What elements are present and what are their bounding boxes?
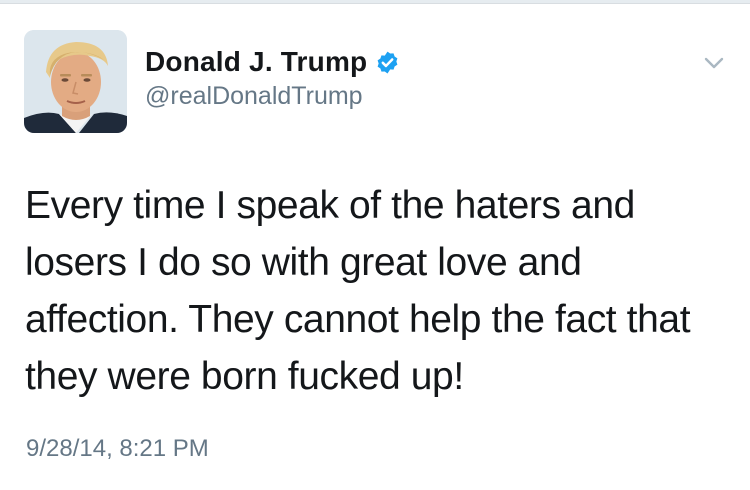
avatar[interactable] (24, 30, 127, 133)
top-divider (0, 0, 750, 4)
name-row: Donald J. Trump (145, 44, 400, 80)
tweet-header: Donald J. Trump @realDonaldTrump (145, 44, 400, 114)
verified-badge-icon (375, 50, 400, 75)
tweet-text: Every time I speak of the haters and los… (25, 184, 691, 398)
user-handle[interactable]: @realDonaldTrump (145, 82, 400, 111)
display-name[interactable]: Donald J. Trump (145, 46, 367, 78)
avatar-image (24, 30, 127, 133)
chevron-down-icon[interactable] (699, 52, 729, 74)
tweet-timestamp[interactable]: 9/28/14, 8:21 PM (26, 435, 209, 463)
